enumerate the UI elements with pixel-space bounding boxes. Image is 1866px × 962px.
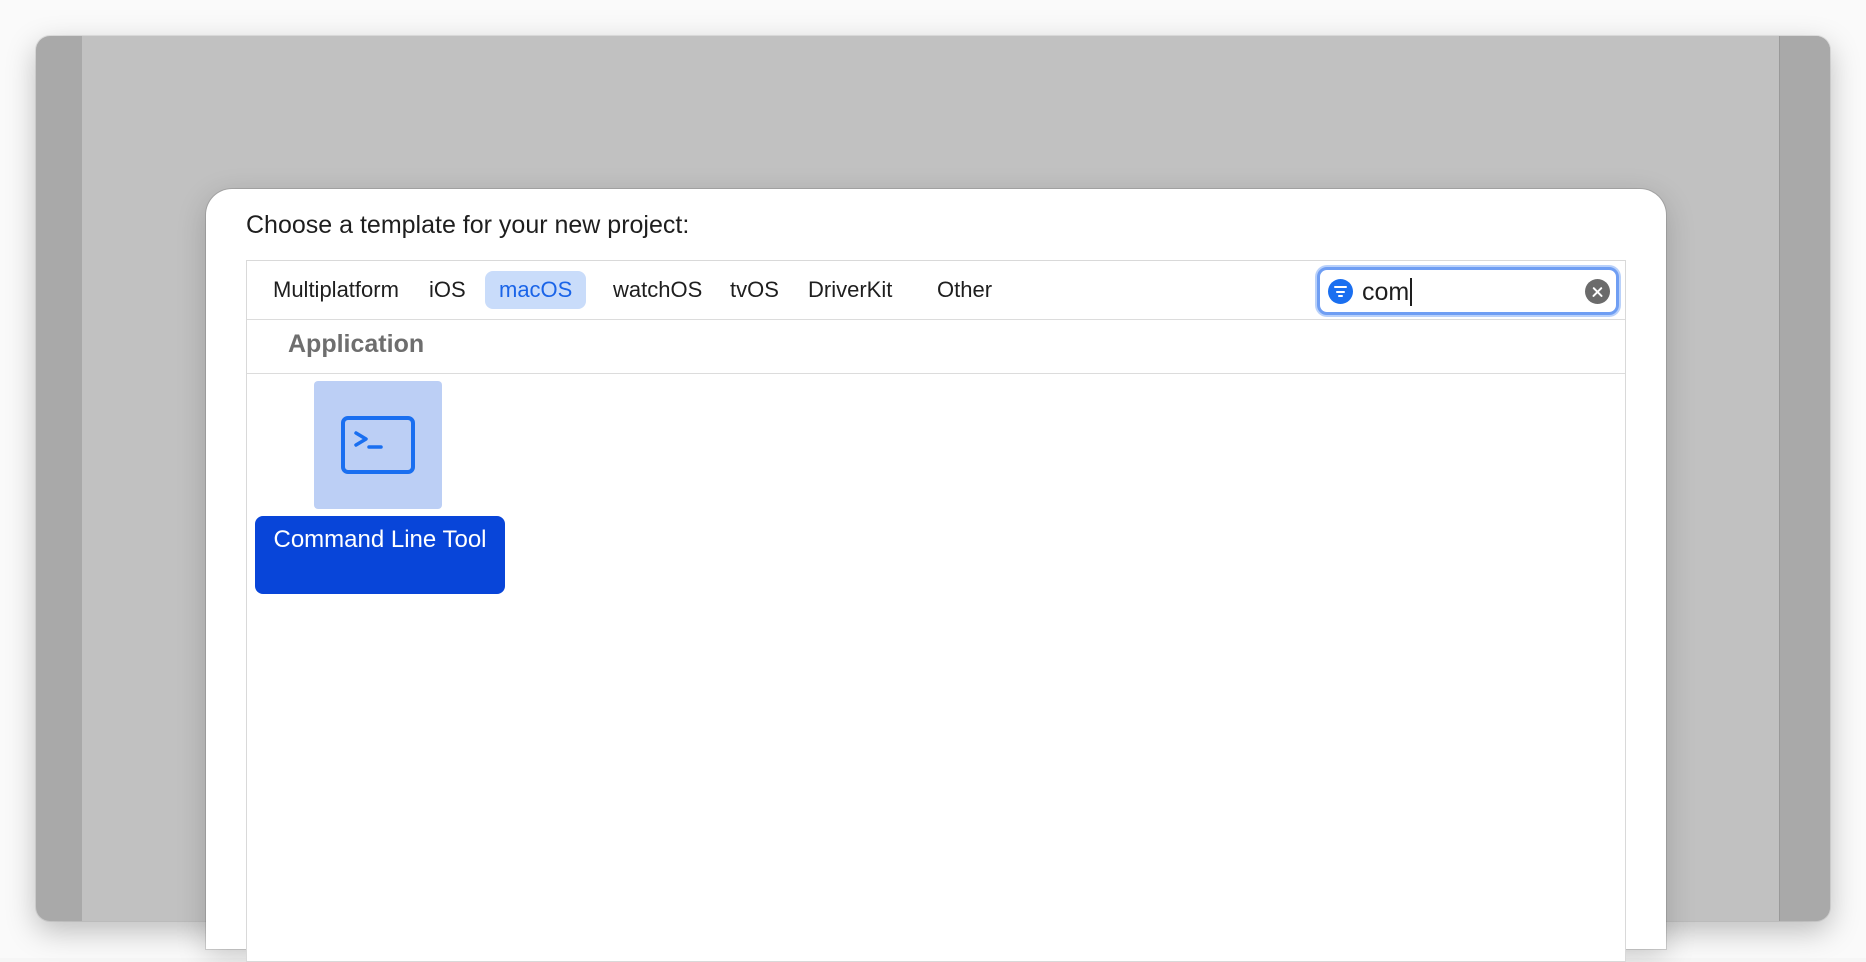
filter-search-field[interactable]: com <box>1317 267 1619 315</box>
tab-watchos[interactable]: watchOS <box>599 271 716 309</box>
search-input[interactable]: com <box>1362 276 1413 308</box>
sheet-title: Choose a template for your new project: <box>246 211 690 239</box>
terminal-icon <box>341 416 415 474</box>
new-project-sheet: Choose a template for your new project: … <box>206 189 1666 962</box>
tab-macos[interactable]: macOS <box>485 271 587 309</box>
filter-icon[interactable] <box>1328 279 1353 304</box>
template-icon-tile <box>314 381 442 509</box>
text-caret <box>1410 278 1413 306</box>
template-browser: Multiplatform iOS macOS watchOS tvOS Dri… <box>246 260 1626 962</box>
clear-icon[interactable] <box>1585 279 1610 304</box>
template-command-line-tool[interactable]: Command Line Tool <box>255 381 505 594</box>
window-right-panel <box>1779 36 1830 921</box>
tab-driverkit[interactable]: DriverKit <box>794 271 906 309</box>
tab-ios[interactable]: iOS <box>415 271 480 309</box>
search-value-text: com <box>1362 278 1410 306</box>
template-label: Command Line Tool <box>255 516 505 594</box>
section-header: Application <box>247 321 1625 374</box>
section-title-application: Application <box>288 330 425 358</box>
tab-multiplatform[interactable]: Multiplatform <box>259 271 413 309</box>
tab-other[interactable]: Other <box>923 271 1006 309</box>
tab-tvos[interactable]: tvOS <box>716 271 793 309</box>
platform-tab-bar: Multiplatform iOS macOS watchOS tvOS Dri… <box>247 261 1625 320</box>
